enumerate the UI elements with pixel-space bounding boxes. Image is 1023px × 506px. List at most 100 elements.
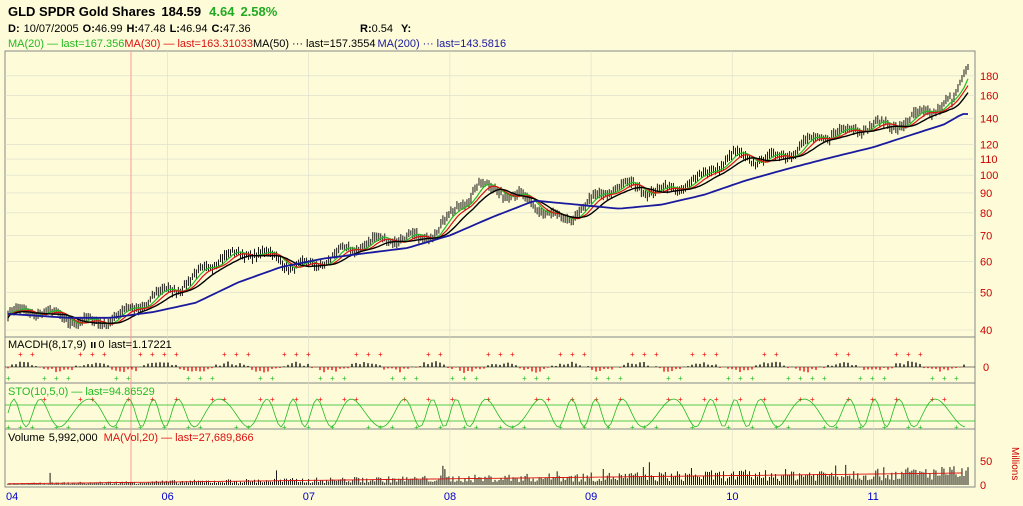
macd-signal-marker: +	[762, 350, 767, 359]
macd-signal-marker: +	[78, 350, 83, 359]
macd-signal-marker: +	[702, 350, 707, 359]
price-tick-label: 50	[980, 287, 992, 299]
macd-signal-marker: +	[750, 374, 755, 383]
ticker-name: GLD SPDR Gold Shares	[8, 4, 155, 19]
macd-signal-marker: +	[810, 374, 815, 383]
macd-signal-marker: +	[246, 350, 251, 359]
sto-signal-marker: +	[258, 395, 263, 404]
macd-signal-marker: +	[18, 350, 23, 359]
macd-signal-marker: +	[582, 350, 587, 359]
ma30-legend: MA(30)	[124, 38, 160, 50]
price-tick-label: 140	[980, 113, 998, 125]
sto-signal-marker: +	[390, 423, 395, 432]
sto-signal-marker: +	[186, 423, 191, 432]
volume-tick-50: 50	[980, 456, 992, 468]
macd-signal-marker: +	[534, 374, 539, 383]
macd-signal-marker: +	[846, 350, 851, 359]
macd-signal-marker: +	[30, 350, 35, 359]
sto-signal-marker: +	[138, 423, 143, 432]
price-tick-label: 120	[980, 139, 998, 151]
macd-signal-marker: +	[654, 350, 659, 359]
macd-signal-marker: +	[822, 374, 827, 383]
sto-signal-marker: +	[354, 395, 359, 404]
macd-signal-marker: +	[450, 374, 455, 383]
macd-signal-marker: +	[66, 374, 71, 383]
macd-signal-marker: +	[870, 374, 875, 383]
sto-signal-marker: +	[582, 423, 587, 432]
ma20-legend: MA(20)	[8, 38, 44, 50]
price-change: 4.64	[209, 4, 235, 19]
date-tick-label: 04	[6, 491, 18, 503]
price-tick-label: 110	[980, 154, 998, 166]
macd-signal-marker: +	[726, 374, 731, 383]
macd-signal-marker: +	[6, 374, 11, 383]
macd-signal-marker: +	[642, 350, 647, 359]
macd-signal-marker: +	[294, 350, 299, 359]
macd-signal-marker: +	[738, 374, 743, 383]
sto-signal-marker: +	[750, 423, 755, 432]
macd-signal-marker: +	[570, 350, 575, 359]
macd-signal-marker: +	[798, 374, 803, 383]
macd-signal-marker: +	[282, 350, 287, 359]
macd-signal-marker: +	[330, 374, 335, 383]
price-tick-label: 100	[980, 170, 998, 182]
ma200-legend: MA(200)	[377, 38, 419, 50]
macd-signal-marker: +	[438, 350, 443, 359]
r-value: R:0.54 Y:	[360, 23, 411, 35]
sto-signal-marker: +	[630, 423, 635, 432]
macd-signal-marker: +	[546, 374, 551, 383]
macd-signal-marker: +	[210, 374, 215, 383]
sto-legend: STO(10,5,0) — last=94.86529	[8, 386, 155, 398]
sto-signal-marker: +	[954, 423, 959, 432]
sto-signal-marker: +	[450, 395, 455, 404]
macd-signal-marker: +	[162, 350, 167, 359]
macd-signal-marker: +	[366, 350, 371, 359]
date-tick-label: 06	[162, 491, 174, 503]
macd-signal-marker: +	[390, 374, 395, 383]
macd-signal-marker: +	[426, 350, 431, 359]
macd-signal-marker: +	[174, 350, 179, 359]
price-axis: 40 50 60 70 80 90 100 110 120 140 160 180	[980, 71, 998, 337]
macd-signal-marker: +	[138, 350, 143, 359]
sto-signal-marker: +	[18, 423, 23, 432]
macd-signal-marker: +	[786, 374, 791, 383]
sto-signal-marker: +	[738, 395, 743, 404]
macd-signal-marker: +	[930, 374, 935, 383]
price-tick-label: 60	[980, 256, 992, 268]
sto-signal-marker: +	[822, 423, 827, 432]
macd-signal-marker: +	[114, 374, 119, 383]
price-tick-label: 80	[980, 208, 992, 220]
macd-signal-marker: +	[858, 374, 863, 383]
macd-signal-marker: +	[630, 350, 635, 359]
macd-signal-marker: +	[882, 374, 887, 383]
chart-header: GLD SPDR Gold Shares 184.59 4.64 2.58%	[8, 4, 278, 19]
macd-signal-marker: +	[618, 374, 623, 383]
macd-signal-marker: +	[462, 374, 467, 383]
sto-signal-marker: +	[30, 423, 35, 432]
price-tick-label: 90	[980, 188, 992, 200]
macd-signal-marker: +	[774, 350, 779, 359]
macd-signal-marker: +	[54, 374, 59, 383]
macd-signal-marker: +	[342, 374, 347, 383]
macd-signal-marker: +	[666, 374, 671, 383]
sto-signal-marker: +	[198, 423, 203, 432]
macd-signal-marker: +	[510, 350, 515, 359]
sto-signal-marker: +	[66, 423, 71, 432]
sto-signal-marker: +	[762, 395, 767, 404]
macd-signal-marker: +	[894, 350, 899, 359]
macd-signal-marker: +	[414, 374, 419, 383]
macd-signal-marker: +	[126, 374, 131, 383]
macd-legend: MACDH(8,17,9) ıı 0 last=1.17221	[8, 339, 172, 351]
price-tick-label: 160	[980, 91, 998, 103]
sto-signal-marker: +	[294, 395, 299, 404]
macd-signal-marker: +	[270, 374, 275, 383]
macd-signal-marker: +	[954, 374, 959, 383]
macd-signal-marker: +	[306, 350, 311, 359]
sto-signal-marker: +	[366, 423, 371, 432]
macd-signal-marker: +	[918, 350, 923, 359]
macd-signal-marker: +	[714, 350, 719, 359]
macd-signal-marker: +	[498, 350, 503, 359]
sto-signal-marker: +	[642, 423, 647, 432]
price-change-pct: 2.58%	[240, 4, 277, 19]
price-tick-label: 70	[980, 230, 992, 242]
